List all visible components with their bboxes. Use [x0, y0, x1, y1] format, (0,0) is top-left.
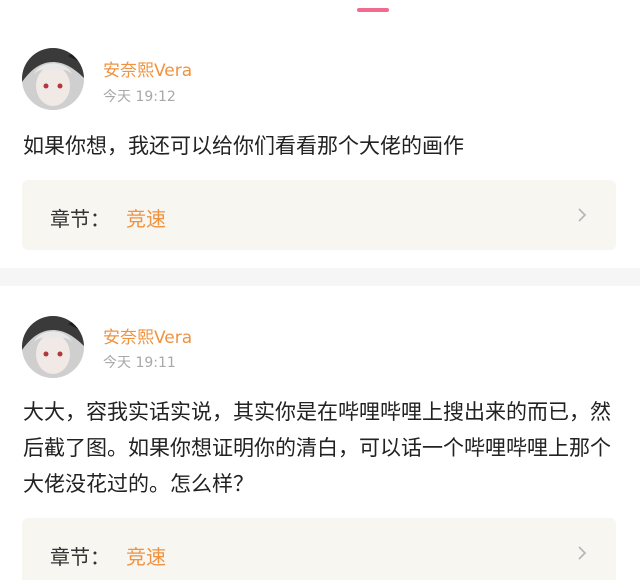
- chapter-label: 章节：: [50, 207, 110, 231]
- chevron-right-icon: [578, 208, 587, 222]
- avatar-image: [22, 48, 84, 110]
- chapter-link[interactable]: 章节： 竞速: [22, 180, 616, 250]
- avatar[interactable]: [22, 48, 84, 110]
- active-tab-indicator: [357, 8, 389, 12]
- username[interactable]: 安奈熙Vera: [103, 323, 192, 348]
- chapter-label: 章节：: [50, 545, 110, 569]
- comment-card: 安奈熙Vera 今天 19:12 如果你想，我还可以给你们看看那个大佬的画作 章…: [0, 20, 640, 268]
- chevron-right-icon: [578, 546, 587, 560]
- chapter-link[interactable]: 章节： 竞速: [22, 518, 616, 580]
- chapter-value: 竞速: [126, 207, 166, 231]
- timestamp: 今天 19:11: [103, 355, 176, 371]
- avatar-image: [22, 316, 84, 378]
- comment-text: 大大，容我实话实说，其实你是在哔哩哔哩上搜出来的而已，然后截了图。如果你想证明你…: [23, 400, 611, 496]
- chapter-value: 竞速: [126, 545, 166, 569]
- comment-card: 安奈熙Vera 今天 19:11 大大，容我实话实说，其实你是在哔哩哔哩上搜出来…: [0, 286, 640, 580]
- tab-bar: [0, 0, 640, 20]
- username[interactable]: 安奈熙Vera: [103, 56, 192, 81]
- avatar[interactable]: [22, 316, 84, 378]
- comment-feed: 安奈熙Vera 今天 19:12 如果你想，我还可以给你们看看那个大佬的画作 章…: [0, 0, 640, 580]
- comment-text: 如果你想，我还可以给你们看看那个大佬的画作: [23, 134, 464, 158]
- timestamp: 今天 19:12: [103, 89, 176, 105]
